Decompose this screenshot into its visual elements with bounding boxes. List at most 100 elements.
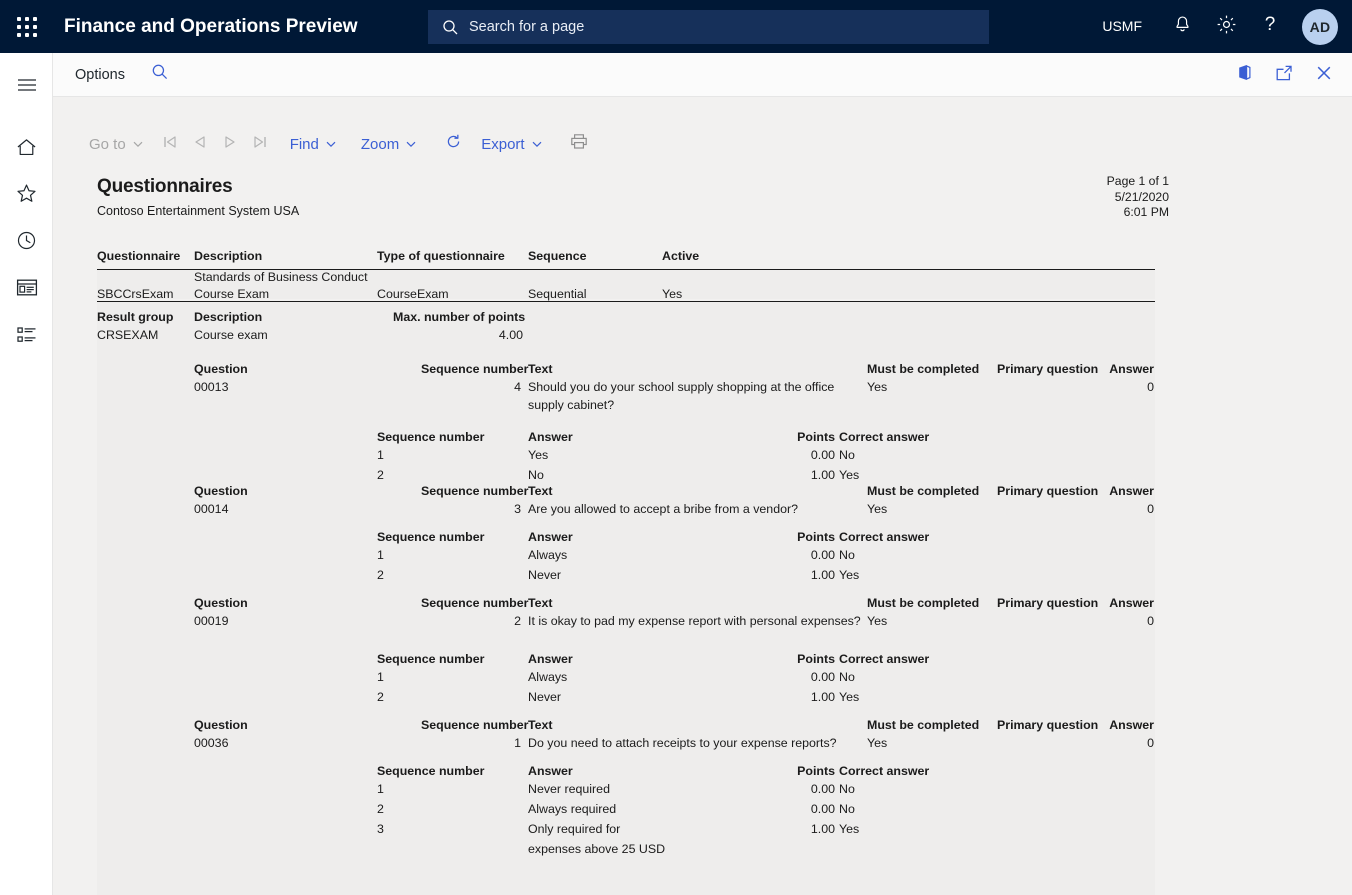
print-button[interactable]	[564, 130, 594, 158]
col-a-points: Points	[766, 529, 835, 546]
question-mark-icon: ?	[1259, 13, 1281, 40]
col-active: Active	[662, 248, 699, 265]
col-a-answer: Answer	[528, 763, 573, 780]
notifications-button[interactable]	[1160, 0, 1204, 53]
question-sequence-number: 4	[421, 379, 521, 396]
col-q-sequence-number: Sequence number	[421, 483, 528, 500]
answer-text: Never	[528, 689, 561, 706]
answer-correct: Yes	[839, 467, 859, 484]
answer-correct: Yes	[839, 821, 859, 838]
previous-page-button[interactable]	[185, 130, 215, 158]
chevron-down-icon	[405, 138, 417, 150]
answer-points: 1.00	[766, 689, 835, 706]
answer-text-line2: expenses above 25 USD	[528, 841, 665, 858]
answer-correct: Yes	[839, 689, 859, 706]
print-icon	[570, 133, 588, 155]
sidebar-item-menu[interactable]	[0, 64, 53, 110]
question-text-line1: Should you do your school supply shoppin…	[528, 379, 834, 396]
question-id: 00013	[194, 379, 228, 396]
col-primary-question: Primary question	[997, 483, 1098, 500]
col-max-points: Max. number of points	[393, 309, 525, 326]
col-a-sequence-number: Sequence number	[377, 763, 484, 780]
sidebar-item-home[interactable]	[0, 126, 53, 172]
page-subtitle: Contoso Entertainment System USA	[97, 204, 299, 218]
export-dropdown[interactable]: Export	[478, 134, 545, 155]
question-sequence-number: 3	[421, 501, 521, 518]
company-selector[interactable]: USMF	[1090, 0, 1154, 53]
goto-dropdown[interactable]: Go to	[86, 134, 147, 155]
answer-seq: 1	[377, 669, 384, 686]
question-answer: 0	[1086, 379, 1154, 396]
next-page-button[interactable]	[215, 130, 245, 158]
answer-text: Always	[528, 669, 567, 686]
chevron-down-icon	[531, 138, 543, 150]
refresh-button[interactable]	[438, 130, 468, 158]
answer-text: Never	[528, 567, 561, 584]
star-icon	[16, 183, 37, 209]
question-must-be-completed: Yes	[867, 501, 887, 518]
col-question: Question	[194, 483, 248, 500]
first-page-button[interactable]	[155, 130, 185, 158]
answer-text: No	[528, 467, 544, 484]
help-button[interactable]: ?	[1248, 0, 1292, 53]
search-icon	[442, 19, 459, 36]
zoom-dropdown[interactable]: Zoom	[358, 134, 420, 155]
col-q-answer: Answer	[1086, 717, 1154, 734]
col-correct-answer: Correct answer	[839, 651, 929, 668]
question-text-line1: It is okay to pad my expense report with…	[528, 613, 861, 630]
questionnaire-description-line1: Standards of Business Conduct	[194, 269, 368, 286]
office-open-icon	[1235, 63, 1254, 87]
open-in-office-button[interactable]	[1224, 53, 1264, 97]
col-must-be-completed: Must be completed	[867, 717, 979, 734]
first-page-icon	[162, 135, 178, 154]
answer-text: Only required for	[528, 821, 620, 838]
sidebar-item-modules[interactable]	[0, 314, 53, 360]
sidebar-item-workspaces[interactable]	[0, 267, 53, 313]
answer-seq: 1	[377, 781, 384, 798]
page-search-button[interactable]	[147, 59, 173, 90]
sidebar-item-favorites[interactable]	[0, 173, 53, 219]
question-id: 00019	[194, 613, 228, 630]
col-question: Question	[194, 361, 248, 378]
open-in-new-window-button[interactable]	[1264, 53, 1304, 97]
chevron-down-icon	[132, 138, 144, 150]
options-button[interactable]: Options	[69, 63, 131, 87]
global-search-box[interactable]: Search for a page	[428, 10, 989, 44]
settings-button[interactable]	[1204, 0, 1248, 53]
col-result-group: Result group	[97, 309, 173, 326]
find-dropdown[interactable]: Find	[287, 134, 340, 155]
answer-seq: 2	[377, 689, 384, 706]
bell-icon	[1173, 15, 1192, 39]
question-must-be-completed: Yes	[867, 613, 887, 630]
report-date: 5/21/2020	[1107, 190, 1169, 206]
page-number: Page 1 of 1	[1107, 174, 1169, 190]
last-page-button[interactable]	[245, 130, 275, 158]
answer-points: 0.00	[766, 801, 835, 818]
col-must-be-completed: Must be completed	[867, 595, 979, 612]
report-page: Questionnaires Contoso Entertainment Sys…	[86, 165, 1171, 895]
col-q-answer: Answer	[1086, 361, 1154, 378]
question-must-be-completed: Yes	[867, 735, 887, 752]
question-text-line1: Are you allowed to accept a bribe from a…	[528, 501, 798, 518]
col-q-answer: Answer	[1086, 483, 1154, 500]
home-icon	[16, 137, 37, 162]
app-launcher-button[interactable]	[0, 0, 53, 53]
close-button[interactable]	[1304, 53, 1344, 97]
col-a-answer: Answer	[528, 651, 573, 668]
page-meta: Page 1 of 1 5/21/2020 6:01 PM	[1107, 174, 1169, 221]
report-viewer: Go to Find	[53, 97, 1352, 895]
svg-text:?: ?	[1265, 14, 1276, 35]
previous-page-icon	[192, 135, 208, 154]
answer-text: Never required	[528, 781, 610, 798]
chevron-down-icon	[325, 138, 337, 150]
report-time: 6:01 PM	[1107, 205, 1169, 221]
next-page-icon	[222, 135, 238, 154]
modules-list-icon	[16, 326, 38, 349]
top-bar-right-group: USMF ? AD	[1090, 0, 1352, 53]
app-title: Finance and Operations Preview	[64, 16, 358, 38]
clock-icon	[16, 230, 37, 256]
user-avatar[interactable]: AD	[1302, 9, 1338, 45]
col-question: Question	[194, 595, 248, 612]
col-correct-answer: Correct answer	[839, 763, 929, 780]
sidebar-item-recent[interactable]	[0, 220, 53, 266]
